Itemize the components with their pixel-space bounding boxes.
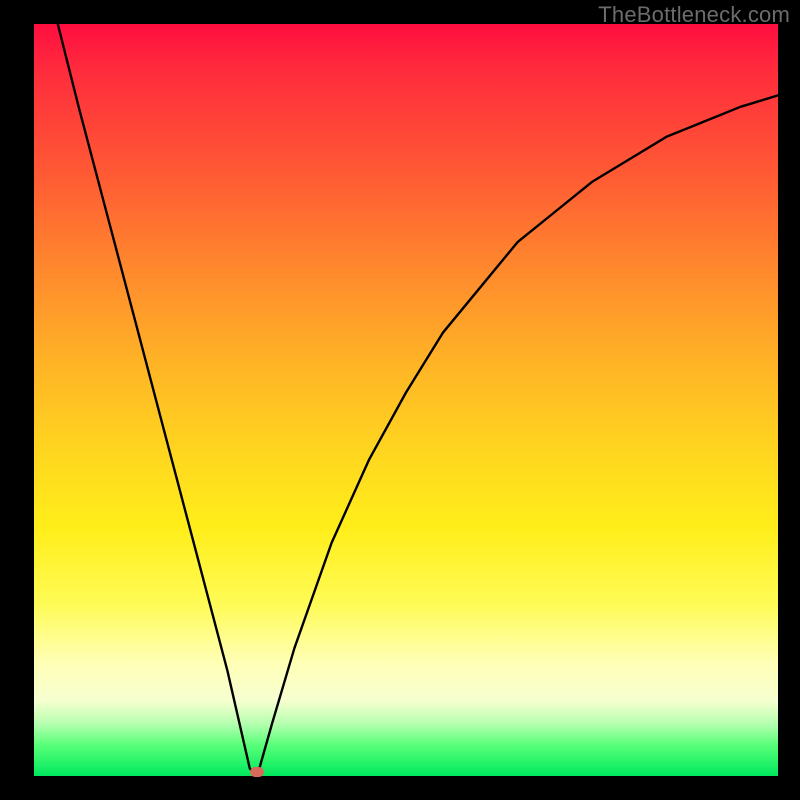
- chart-frame: TheBottleneck.com: [0, 0, 800, 800]
- watermark-text: TheBottleneck.com: [598, 2, 790, 28]
- bottleneck-curve: [34, 24, 778, 776]
- minimum-marker: [250, 767, 264, 777]
- plot-area: [34, 24, 778, 776]
- curve-path: [58, 24, 778, 776]
